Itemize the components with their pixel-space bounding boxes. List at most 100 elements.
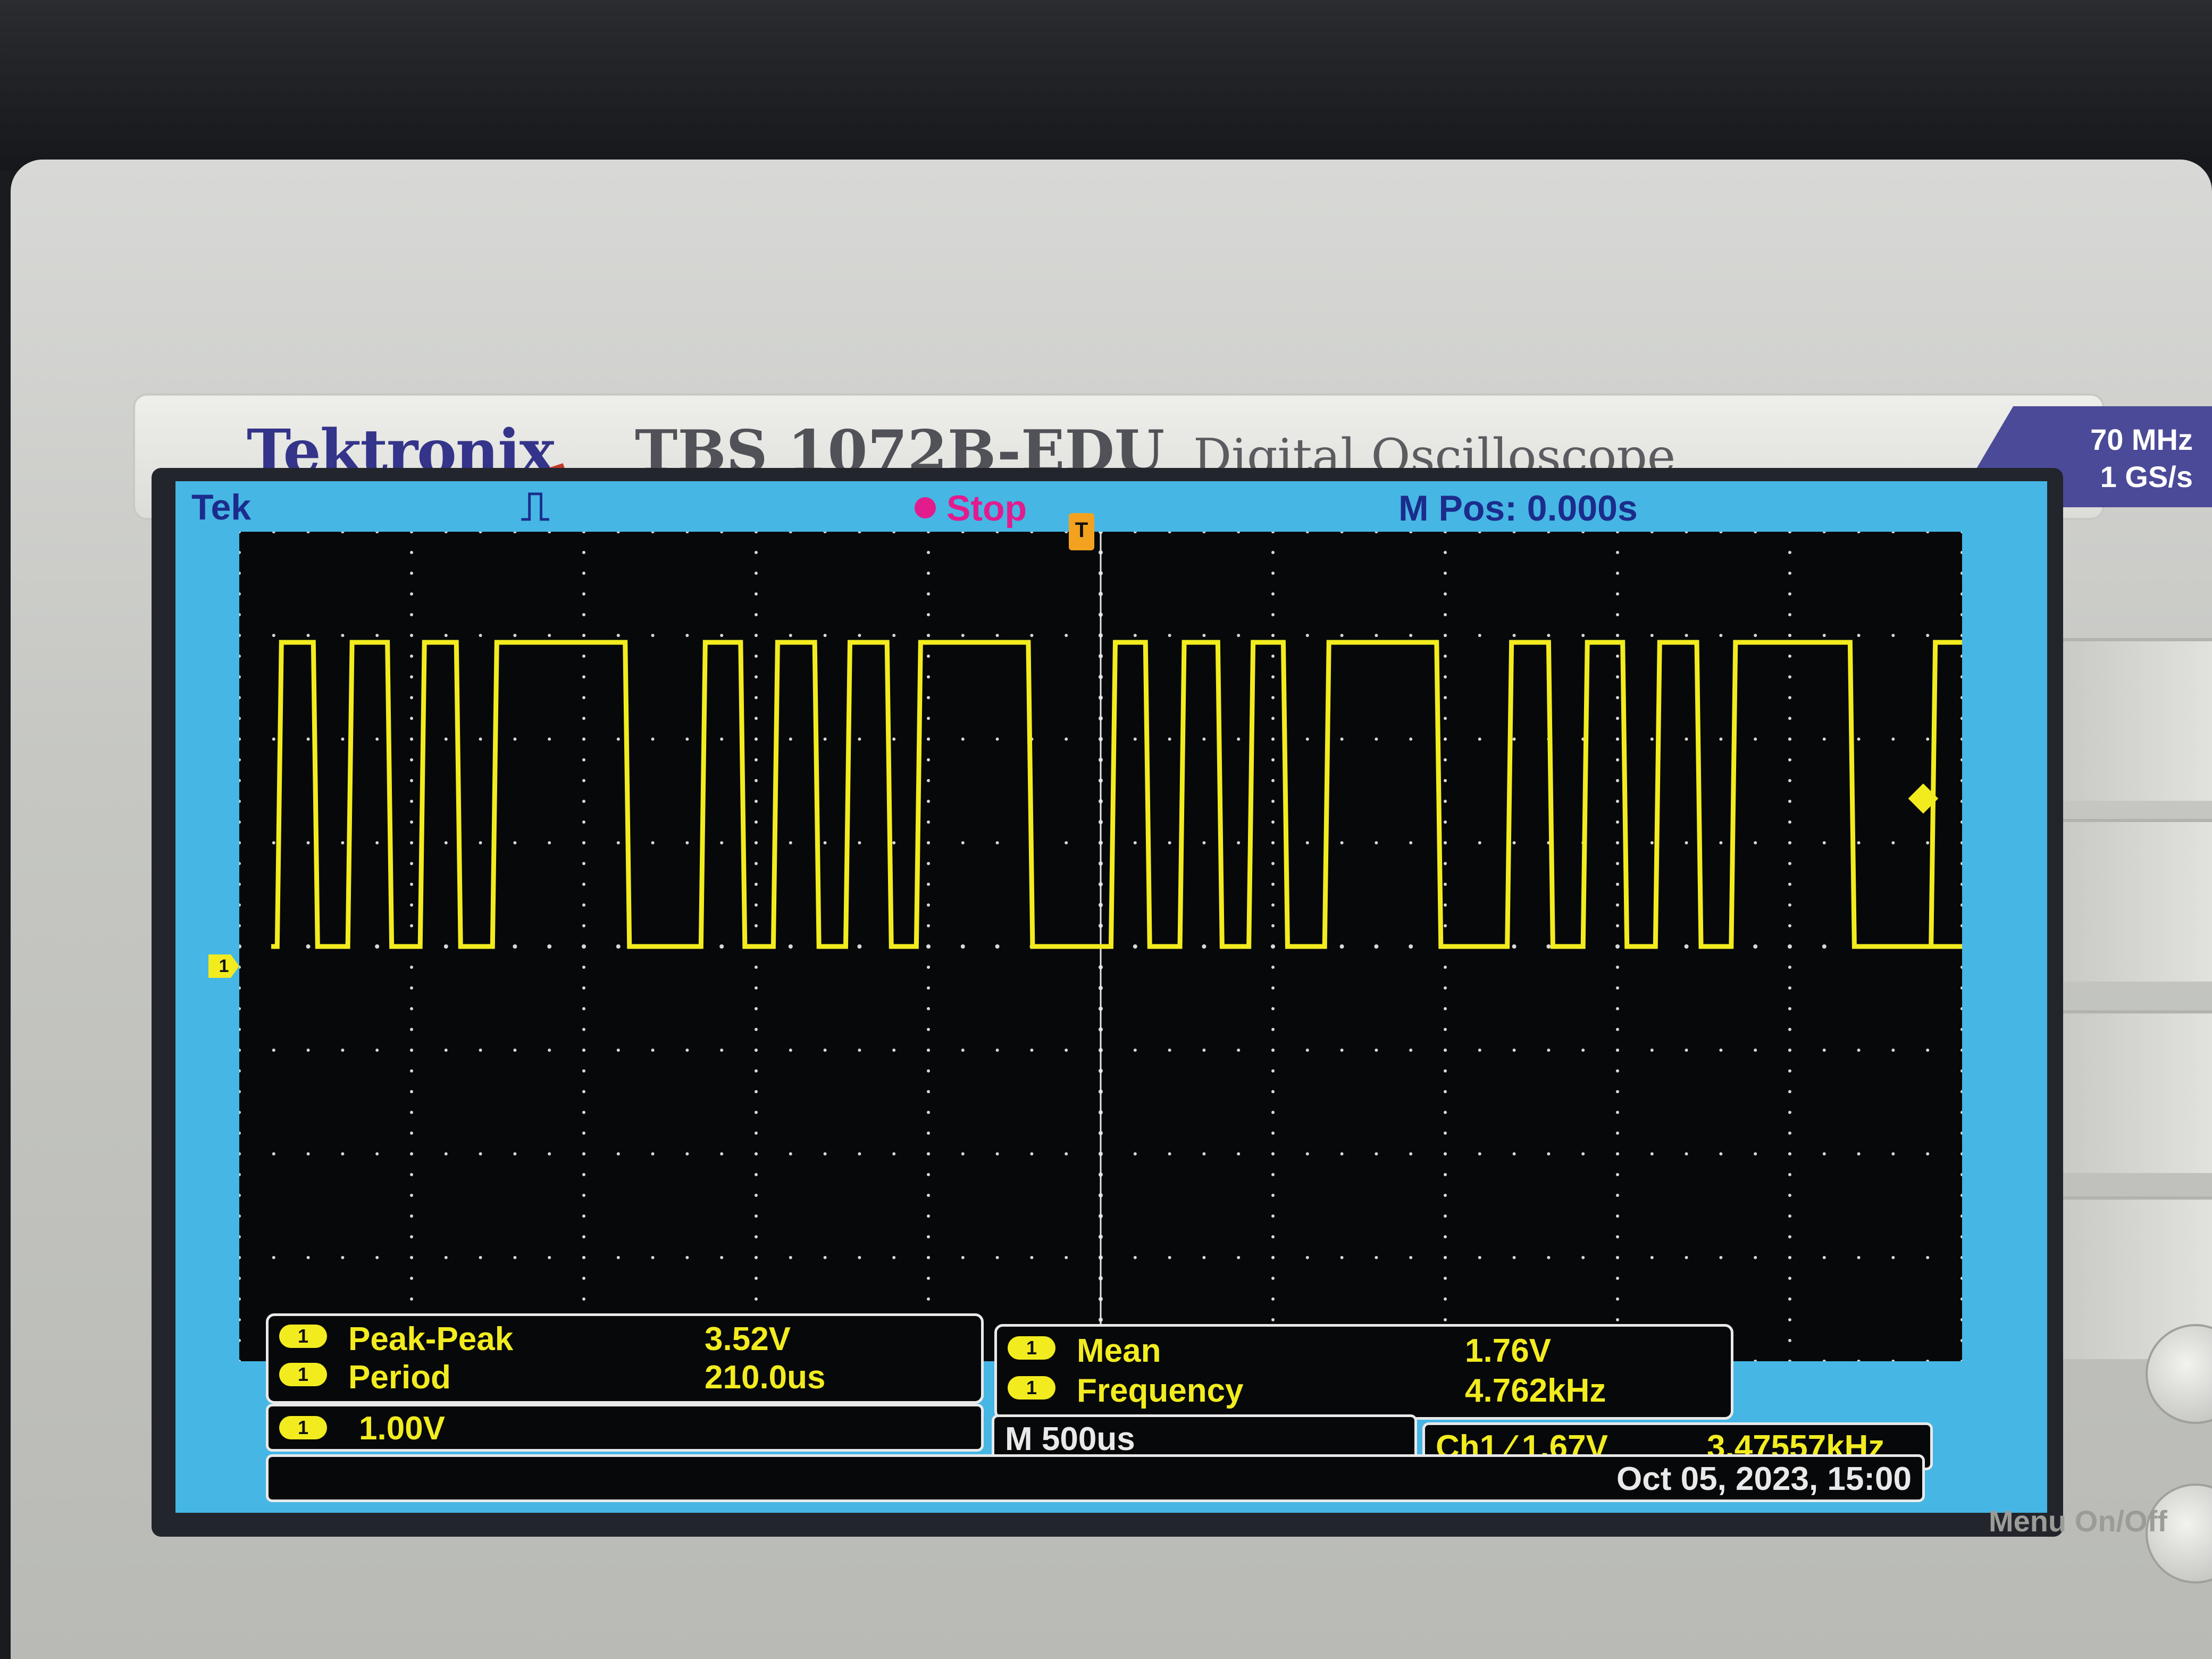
grid-dot: [1512, 532, 1516, 533]
grid-dot: [927, 1090, 930, 1093]
grid-dot: [1444, 1152, 1447, 1155]
grid-dot: [927, 1111, 930, 1114]
grid-dot: [239, 966, 241, 969]
grid-dot: [479, 841, 482, 844]
grid-dot: [1857, 532, 1861, 533]
ch1-ground-marker[interactable]: 1: [208, 954, 239, 978]
grid-dot: [239, 1132, 241, 1135]
grid-dot: [1478, 738, 1481, 741]
grid-dot: [1788, 758, 1791, 761]
grid-dot: [927, 1069, 930, 1073]
grid-dot: [410, 1111, 413, 1114]
grid-dot: [239, 717, 241, 720]
side-menu-key-3[interactable]: [2063, 1010, 2212, 1173]
grid-dot: [1409, 944, 1413, 949]
grid-dot: [926, 944, 931, 949]
grid-dot: [892, 738, 896, 741]
grid-dot: [479, 532, 482, 533]
grid-dot: [582, 966, 585, 969]
grid-dot: [410, 841, 413, 844]
grid-dot: [1271, 903, 1275, 907]
grid-dot: [961, 634, 965, 637]
grid-dot: [1512, 841, 1516, 844]
grid-dot: [1857, 1049, 1861, 1052]
grid-dot: [823, 1152, 827, 1155]
grid-dot: [1444, 862, 1447, 865]
grid-dot: [444, 532, 448, 533]
channel-badge: 1: [1008, 1376, 1055, 1400]
grid-dot: [375, 1152, 379, 1155]
grid-dot: [651, 1256, 655, 1259]
grid-dot: [239, 779, 241, 782]
grid-dot: [1891, 841, 1895, 844]
grid-dot: [858, 1152, 861, 1155]
grid-dot: [1340, 738, 1344, 741]
grid-dot: [1650, 1256, 1654, 1259]
grid-dot: [239, 1194, 241, 1197]
grid-dot: [1271, 1069, 1275, 1073]
grid-dot: [1857, 634, 1861, 637]
grid-dot: [410, 800, 413, 803]
grid-dot: [375, 634, 379, 637]
tek-logo-label: Tek: [191, 487, 252, 527]
grid-dot: [1271, 1297, 1275, 1301]
grid-dot: [995, 944, 1000, 949]
grid-dot: [961, 1256, 965, 1259]
grid-dot: [720, 532, 724, 533]
grid-dot: [1444, 1069, 1447, 1073]
side-menu-key-2[interactable]: [2063, 819, 2212, 982]
grid-dot: [443, 944, 448, 949]
grid-dot: [1271, 820, 1275, 824]
grid-dot: [1547, 1152, 1551, 1155]
grid-dot: [1444, 1111, 1447, 1114]
grid-dot: [755, 1235, 758, 1238]
grid-dot: [341, 738, 345, 741]
grid-dot: [1030, 634, 1034, 637]
grid-dot: [1788, 1277, 1791, 1280]
grid-dot: [1271, 738, 1275, 741]
grid-dot: [755, 758, 758, 761]
grid-dot: [239, 696, 241, 699]
side-menu-key-1[interactable]: [2063, 638, 2212, 801]
grid-dot: [1960, 820, 1962, 824]
grid-dot: [858, 634, 861, 637]
grid-dot: [857, 944, 862, 949]
grid-dot: [755, 551, 758, 554]
grid-dot: [1237, 841, 1241, 844]
waveform-display: [239, 532, 1962, 1361]
run-state-dot: [915, 497, 936, 518]
grid-dot: [1271, 1132, 1275, 1135]
trigger-level-arrow-icon[interactable]: ◆: [1909, 774, 1938, 817]
grid-dot: [1065, 1256, 1068, 1259]
measurement-label: Period: [348, 1359, 451, 1396]
measurement-label: Peak-Peak: [348, 1321, 514, 1358]
grid-dot: [1237, 1256, 1241, 1259]
grid-dot: [410, 572, 413, 575]
grid-dot: [1960, 1069, 1962, 1073]
grid-dot: [1065, 634, 1068, 637]
grid-dot: [1960, 862, 1962, 865]
grid-dot: [1444, 800, 1447, 803]
grid-dot: [1719, 634, 1723, 637]
grid-dot: [479, 738, 482, 741]
grid-dot: [1133, 738, 1137, 741]
grid-dot: [1650, 532, 1654, 533]
grid-dot: [1271, 758, 1275, 761]
grid-dot: [1271, 696, 1275, 699]
grid-dot: [1822, 634, 1826, 637]
grid-dot: [1754, 1152, 1757, 1155]
grid-dot: [410, 613, 413, 616]
grid-dot: [1375, 1049, 1378, 1052]
grid-dot: [1891, 1049, 1895, 1052]
grid-dot: [410, 1277, 413, 1280]
grid-dot: [755, 1152, 758, 1155]
grid-dot: [1788, 1069, 1791, 1073]
grid-dot: [1444, 1235, 1447, 1238]
grid-dot: [755, 1028, 758, 1031]
grid-dot: [1616, 883, 1619, 886]
trigger-position-marker[interactable]: T: [1069, 513, 1094, 550]
grid-dot: [1616, 820, 1619, 824]
grid-dot: [1650, 634, 1654, 637]
grid-dot: [306, 738, 310, 741]
grid-dot: [823, 1256, 827, 1259]
